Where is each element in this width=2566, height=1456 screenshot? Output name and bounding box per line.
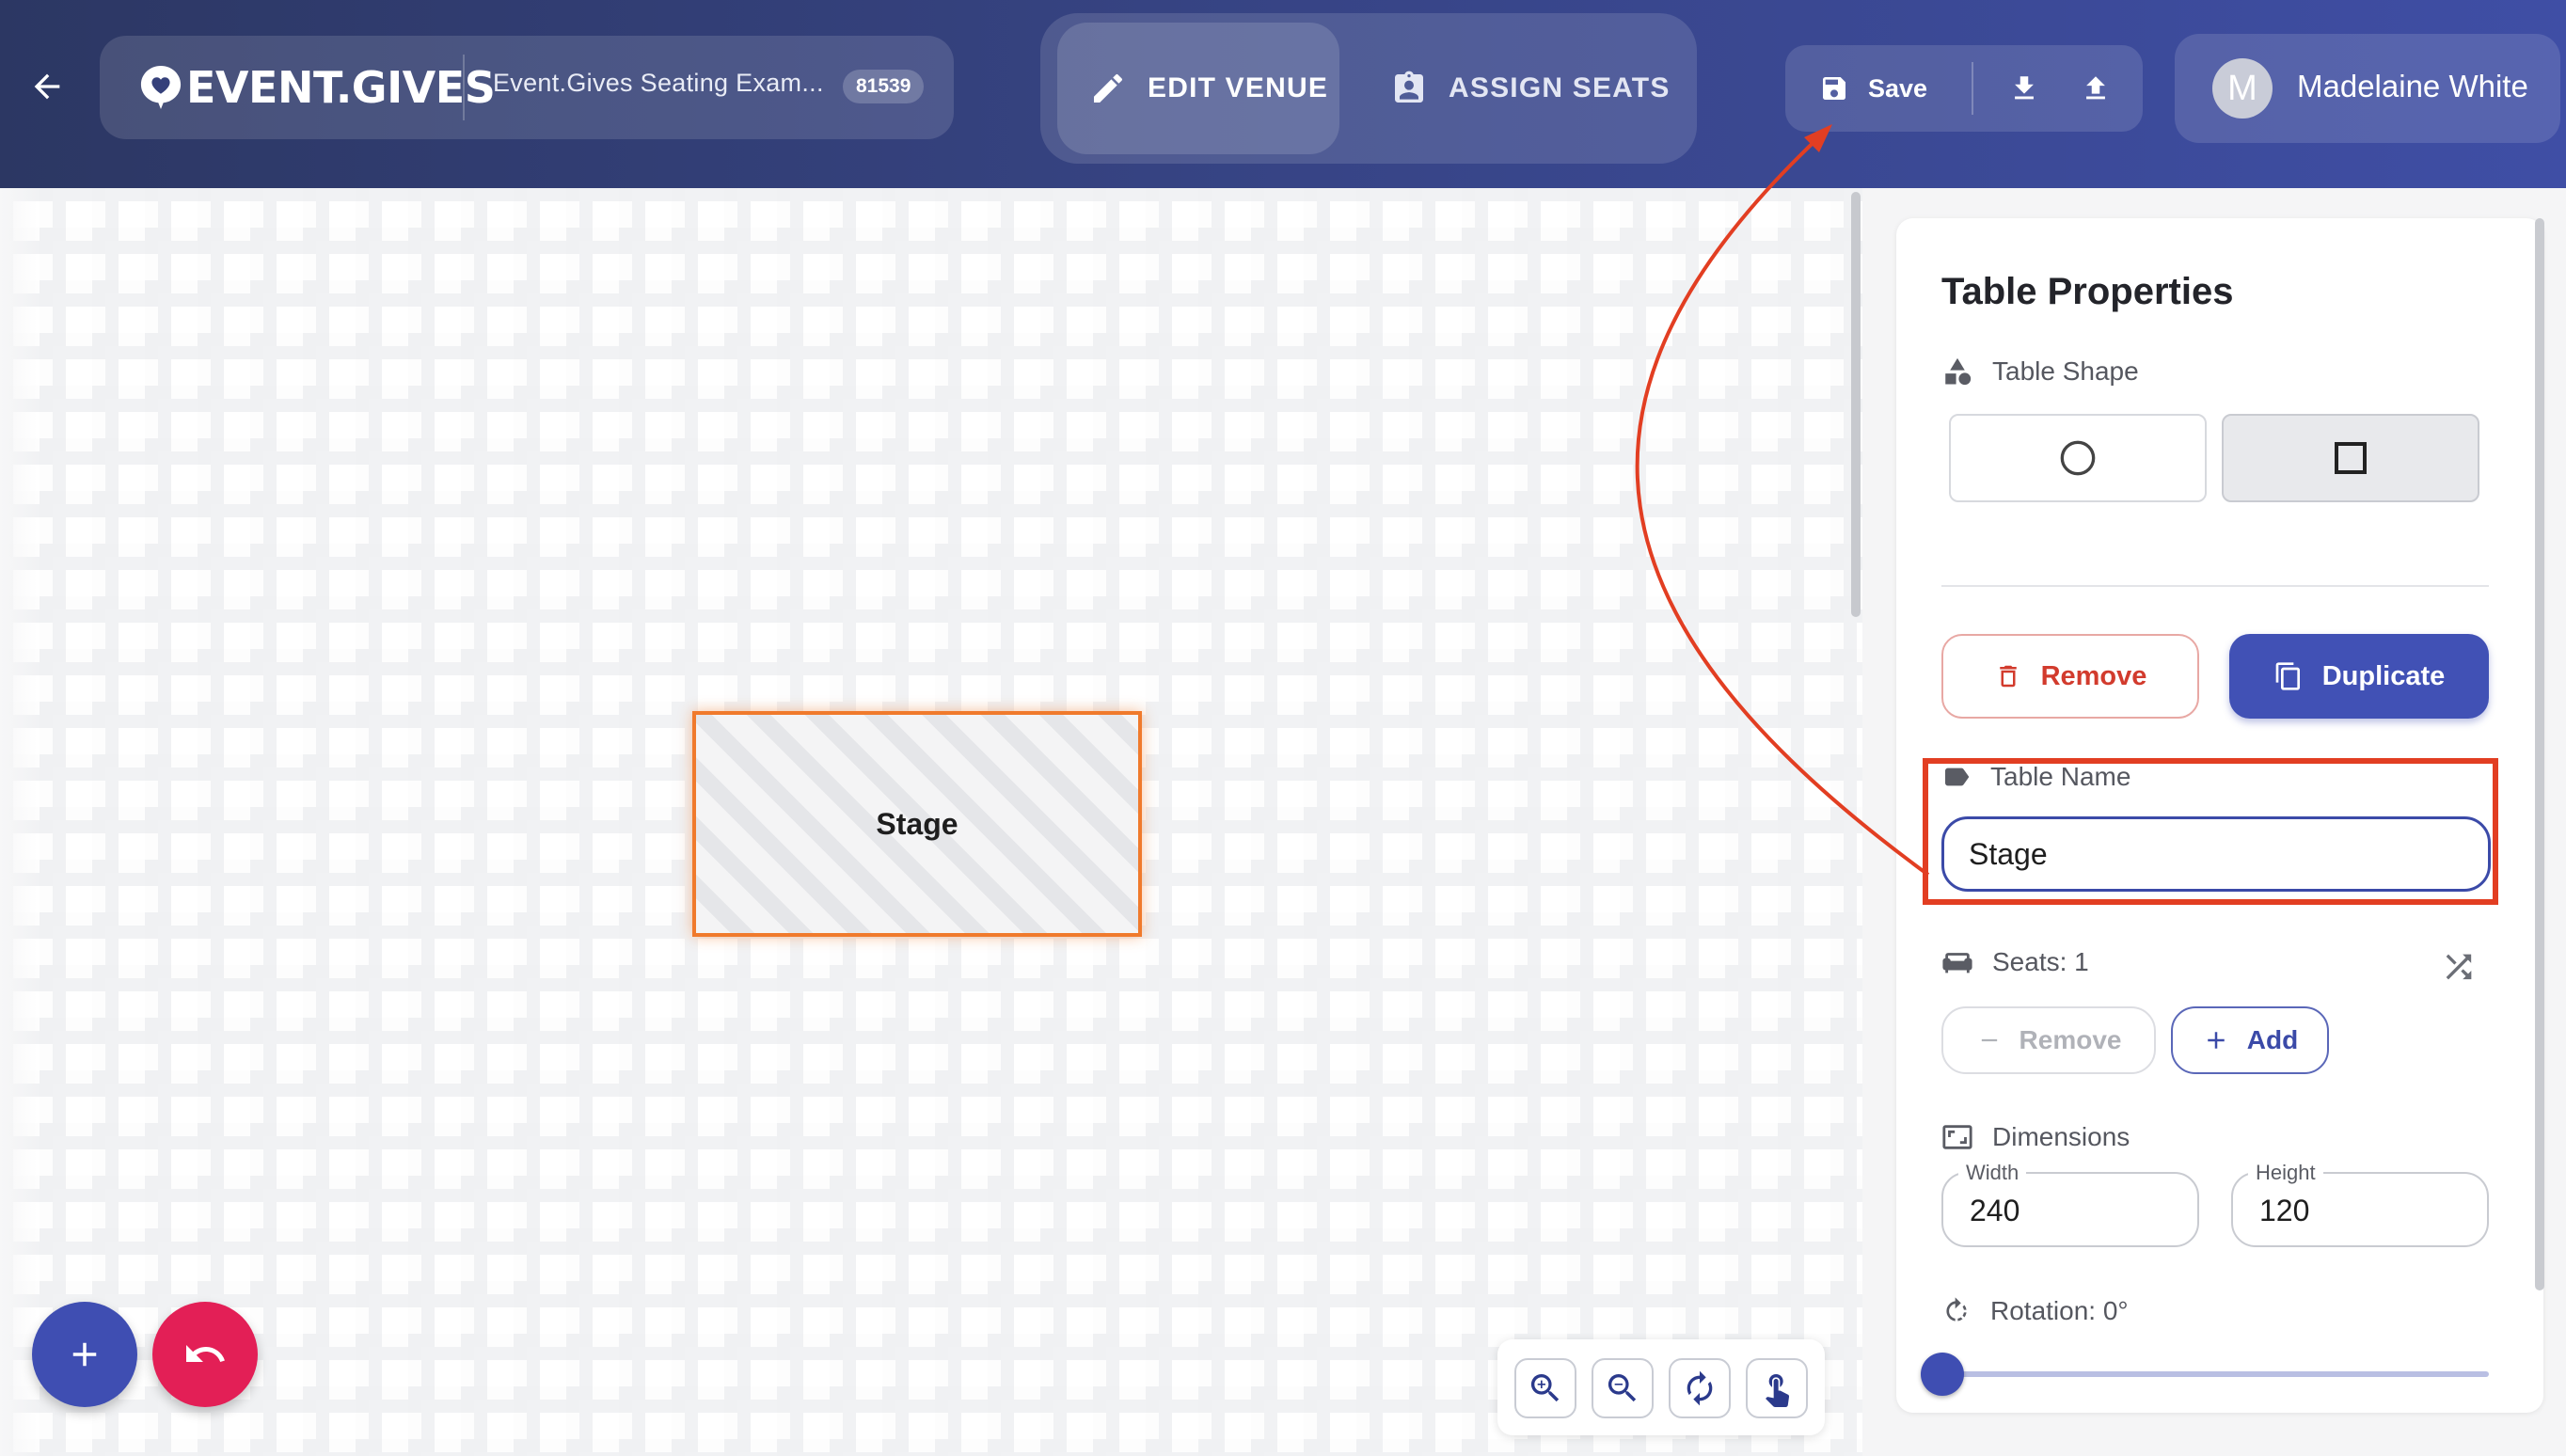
divider [1972,62,1973,115]
rotate-icon [1946,1297,1967,1321]
download-button[interactable] [2000,64,2049,113]
download-icon [2015,76,2034,100]
plus-icon [2208,1032,2225,1049]
stage-table[interactable]: Stage [692,711,1142,937]
rotation-heading: Rotation: 0° [1941,1296,2129,1326]
duplicate-table-button[interactable]: Duplicate [2229,634,2489,719]
mode-switcher: EDIT VENUE ASSIGN SEATS [1040,13,1697,164]
touch-hand-icon [1766,1373,1790,1407]
seats-heading: Seats: 1 [1941,946,2089,978]
assign-seats-label: ASSIGN SEATS [1449,72,1671,103]
file-actions: Save [1785,45,2143,132]
user-name: Madelaine White [2297,69,2528,103]
height-field[interactable]: Height [2231,1161,2489,1247]
rotation-slider-thumb[interactable] [1921,1353,1964,1396]
aspect-ratio-icon [1942,1125,1972,1149]
upload-icon [2086,76,2105,100]
user-menu[interactable]: M Madelaine White [2175,34,2560,143]
duplicate-label: Duplicate [2321,660,2446,691]
table-shape-label: Table Shape [1992,356,2139,386]
shuffle-seats-button[interactable] [2440,948,2478,986]
venue-canvas[interactable]: Stage [0,188,1862,1456]
avatar: M [2212,58,2273,119]
pan-mode-button[interactable] [1746,1358,1808,1418]
arrow-left-icon [34,73,60,100]
add-table-button[interactable] [32,1302,137,1407]
edit-venue-label: EDIT VENUE [1148,72,1329,103]
assign-seats-tab[interactable]: ASSIGN SEATS [1381,23,1682,154]
remove-seat-button[interactable]: Remove [1941,1006,2156,1074]
save-label: Save [1868,73,1928,103]
shapes-icon [1945,357,1972,386]
reset-view-button[interactable] [1669,1358,1731,1418]
shape-rectangle-button[interactable] [2222,414,2479,502]
rotation-slider-track[interactable] [1941,1371,2489,1377]
dimensions-heading: Dimensions [1941,1121,2130,1153]
dimensions-label: Dimensions [1992,1122,2130,1151]
floppy-disk-icon [1823,77,1845,100]
square-icon [2335,442,2367,474]
brand-logo[interactable]: EVENT.GIVES [139,60,496,115]
event-id-badge: 81539 [843,70,925,103]
pencil-icon [1094,73,1122,103]
shuffle-icon [2446,954,2472,980]
sofa-icon [1942,953,1972,973]
event-title: Event.Gives Seating Exam... [493,69,824,97]
rotate-icon [1687,1370,1713,1406]
edit-venue-tab[interactable]: EDIT VENUE [1057,23,1339,154]
table-shape-heading: Table Shape [1941,356,2139,388]
width-label: Width [1958,1161,2027,1185]
seats-count: Seats: 1 [1992,947,2089,976]
trash-icon [1999,665,2017,688]
width-input[interactable] [1970,1191,2177,1230]
event-info-pill: EVENT.GIVES Event.Gives Seating Exam... … [100,36,954,139]
plus-icon [72,1342,97,1367]
back-button[interactable] [21,53,73,120]
stage-table-label: Stage [876,806,958,841]
scrollbar-thumb[interactable] [1851,192,1861,617]
annotation-highlight-box [1923,758,2498,905]
panel-title: Table Properties [1941,271,2234,312]
rotation-label: Rotation: 0° [1990,1296,2129,1325]
copy-icon [2275,662,2300,690]
brand-name: EVENT.GIVES [186,62,496,113]
panel-scrollbar[interactable] [2532,218,2547,1290]
upload-button[interactable] [2071,64,2120,113]
canvas-edge-fade [0,188,38,1456]
zoom-out-button[interactable] [1592,1358,1654,1418]
divider [1941,585,2489,587]
heart-bubble-icon [140,66,182,109]
shape-circle-button[interactable] [1949,414,2207,502]
zoom-out-icon [1608,1374,1637,1402]
circle-icon [2060,440,2096,476]
add-seat-label: Add [2246,1025,2299,1054]
undo-icon [186,1345,225,1362]
undo-button[interactable] [152,1302,258,1407]
zoom-controls [1497,1339,1825,1435]
zoom-in-button[interactable] [1514,1358,1576,1418]
height-label: Height [2248,1161,2323,1185]
remove-table-button[interactable]: Remove [1941,634,2199,719]
top-app-bar: EVENT.GIVES Event.Gives Seating Exam... … [0,0,2566,188]
canvas-scrollbar[interactable] [1847,188,1862,621]
zoom-in-icon [1530,1374,1560,1402]
divider [463,55,465,120]
remove-seat-label: Remove [2019,1025,2122,1054]
height-input[interactable] [2259,1191,2466,1230]
assign-seat-icon [1395,71,1423,103]
minus-icon [1981,1038,1997,1042]
width-field[interactable]: Width [1941,1161,2199,1247]
remove-label: Remove [2040,660,2147,691]
scrollbar-thumb[interactable] [2535,218,2544,1290]
add-seat-button[interactable]: Add [2171,1006,2329,1074]
save-button[interactable]: Save [1819,45,1927,132]
